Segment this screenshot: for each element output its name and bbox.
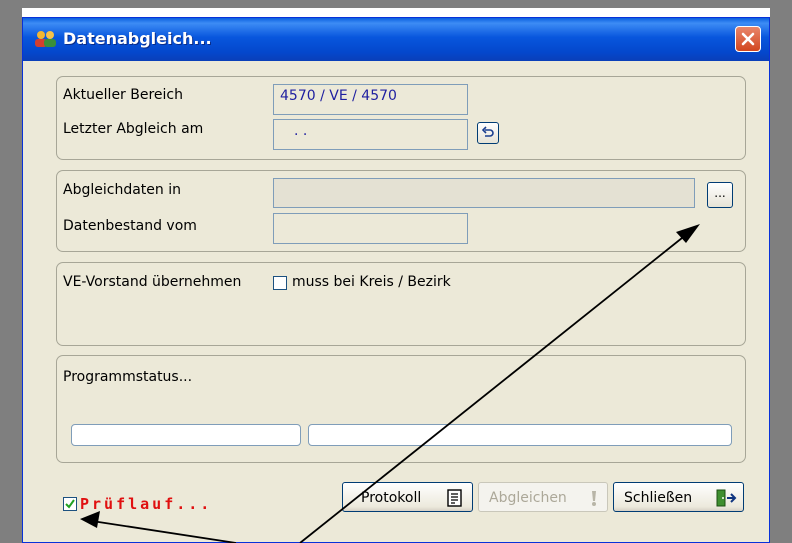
annotation-arrows bbox=[80, 224, 700, 543]
annotation-arrow-pruef bbox=[80, 511, 237, 543]
annotation-arrow-browse bbox=[299, 224, 700, 543]
